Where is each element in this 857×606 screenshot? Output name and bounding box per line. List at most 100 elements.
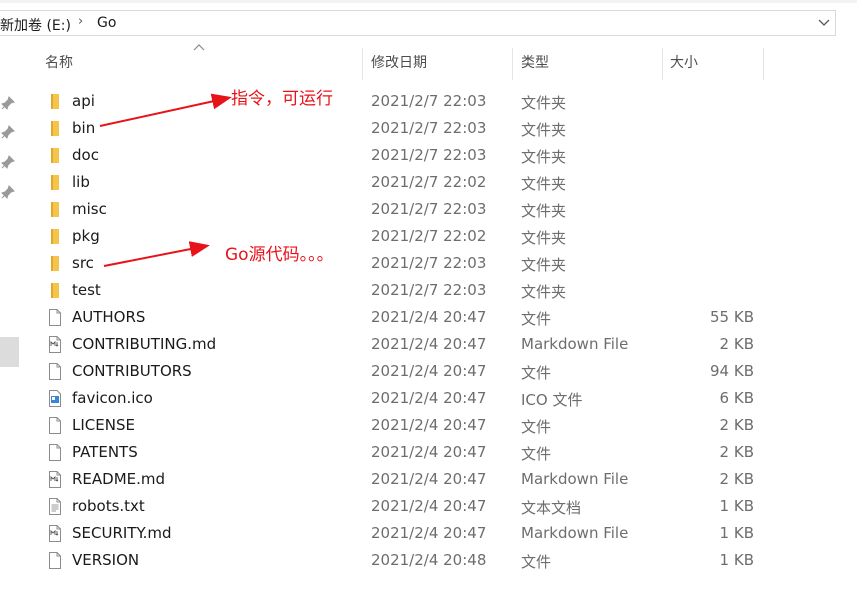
address-bar: 新加卷 (E:) › Go xyxy=(0,0,857,46)
file-size: 6 KB xyxy=(719,389,754,407)
file-name: misc xyxy=(72,200,107,218)
file-modified-date: 2021/2/4 20:47 xyxy=(371,497,487,515)
file-type: 文件夹 xyxy=(521,229,567,247)
folder-icon xyxy=(47,255,63,272)
column-header-name[interactable]: 名称 xyxy=(45,46,73,82)
folder-icon xyxy=(47,228,63,245)
column-divider[interactable] xyxy=(512,48,513,80)
bin-annotation-text: 指令，可运行 xyxy=(231,89,333,109)
file-modified-date: 2021/2/4 20:48 xyxy=(371,551,487,569)
file-size: 2 KB xyxy=(719,416,754,434)
column-header-size[interactable]: 大小 xyxy=(670,46,698,82)
file-modified-date: 2021/2/7 22:03 xyxy=(371,146,487,164)
file-name: doc xyxy=(72,146,99,164)
src-annotation-text: Go源代码。。。 xyxy=(225,245,334,265)
file-size: 2 KB xyxy=(719,335,754,353)
toolbar-edge xyxy=(0,0,857,3)
address-path-box[interactable]: 新加卷 (E:) › Go xyxy=(0,10,836,36)
file-modified-date: 2021/2/4 20:47 xyxy=(371,524,487,542)
file-modified-date: 2021/2/4 20:47 xyxy=(371,335,487,353)
file-type: 文件夹 xyxy=(521,121,567,139)
column-header-modified[interactable]: 修改日期 xyxy=(371,46,427,82)
file-name: SECURITY.md xyxy=(72,524,172,542)
file-modified-date: 2021/2/7 22:03 xyxy=(371,254,487,272)
file-row[interactable]: CONTRIBUTORS 2021/2/4 20:47 文件 94 KB xyxy=(0,358,857,385)
file-type: 文件夹 xyxy=(521,256,567,274)
folder-icon xyxy=(47,201,63,218)
file-size: 1 KB xyxy=(719,497,754,515)
file-row[interactable]: test 2021/2/7 22:03 文件夹 xyxy=(0,277,857,304)
breadcrumb-drive[interactable]: 新加卷 (E:) xyxy=(0,15,71,35)
sort-ascending-icon xyxy=(193,44,205,51)
file-name: robots.txt xyxy=(72,497,145,515)
file-row[interactable]: AUTHORS 2021/2/4 20:47 文件 55 KB xyxy=(0,304,857,331)
file-row[interactable]: robots.txt 2021/2/4 20:47 文本文档 1 KB xyxy=(0,493,857,520)
file-type: 文本文档 xyxy=(521,499,582,517)
file-row[interactable]: VERSION 2021/2/4 20:48 文件 1 KB xyxy=(0,547,857,574)
file-modified-date: 2021/2/7 22:02 xyxy=(371,227,487,245)
file-type: 文件夹 xyxy=(521,283,567,301)
markdown-file-icon xyxy=(47,525,63,542)
file-name: src xyxy=(72,254,94,272)
file-modified-date: 2021/2/7 22:03 xyxy=(371,281,487,299)
file-modified-date: 2021/2/4 20:47 xyxy=(371,389,487,407)
file-type: 文件 xyxy=(521,418,552,436)
file-type: Markdown File xyxy=(521,524,629,542)
file-modified-date: 2021/2/4 20:47 xyxy=(371,416,487,434)
file-name: CONTRIBUTING.md xyxy=(72,335,217,353)
file-size: 1 KB xyxy=(719,524,754,542)
column-header-row: 名称 修改日期 类型 大小 xyxy=(0,46,857,82)
file-icon xyxy=(47,552,63,569)
file-row[interactable]: LICENSE 2021/2/4 20:47 文件 2 KB xyxy=(0,412,857,439)
breadcrumb-separator[interactable]: › xyxy=(78,14,83,29)
file-icon xyxy=(47,363,63,380)
file-row[interactable]: PATENTS 2021/2/4 20:47 文件 2 KB xyxy=(0,439,857,466)
file-icon xyxy=(47,444,63,461)
chevron-down-icon[interactable] xyxy=(815,14,833,32)
file-modified-date: 2021/2/7 22:03 xyxy=(371,200,487,218)
file-row[interactable]: favicon.ico 2021/2/4 20:47 ICO 文件 6 KB xyxy=(0,385,857,412)
file-type: 文件夹 xyxy=(521,148,567,166)
file-size: 1 KB xyxy=(719,551,754,569)
file-name: lib xyxy=(72,173,90,191)
file-size: 94 KB xyxy=(710,362,754,380)
file-name: pkg xyxy=(72,227,100,245)
file-name: test xyxy=(72,281,101,299)
text-file-icon xyxy=(47,498,63,515)
file-row[interactable]: doc 2021/2/7 22:03 文件夹 xyxy=(0,142,857,169)
markdown-file-icon xyxy=(47,471,63,488)
folder-icon xyxy=(47,120,63,137)
file-type: 文件 xyxy=(521,445,552,463)
column-divider[interactable] xyxy=(362,48,363,80)
file-name: PATENTS xyxy=(72,443,138,461)
file-type: Markdown File xyxy=(521,470,629,488)
column-divider[interactable] xyxy=(662,48,663,80)
file-name: CONTRIBUTORS xyxy=(72,362,192,380)
file-row[interactable]: misc 2021/2/7 22:03 文件夹 xyxy=(0,196,857,223)
column-header-type[interactable]: 类型 xyxy=(521,46,549,82)
file-icon xyxy=(47,417,63,434)
file-row[interactable]: api 2021/2/7 22:03 文件夹 xyxy=(0,88,857,115)
column-divider[interactable] xyxy=(763,48,764,80)
folder-icon xyxy=(47,147,63,164)
file-name: bin xyxy=(72,119,96,137)
file-size: 2 KB xyxy=(719,470,754,488)
file-type: Markdown File xyxy=(521,335,629,353)
file-type: 文件夹 xyxy=(521,94,567,112)
file-row[interactable]: CONTRIBUTING.md 2021/2/4 20:47 Markdown Fi… xyxy=(0,331,857,358)
file-name: LICENSE xyxy=(72,416,135,434)
file-name: api xyxy=(72,92,95,110)
file-type: 文件 xyxy=(521,553,552,571)
file-modified-date: 2021/2/4 20:47 xyxy=(371,362,487,380)
file-row[interactable]: SECURITY.md 2021/2/4 20:47 Markdown File 1 … xyxy=(0,520,857,547)
file-row[interactable]: pkg 2021/2/7 22:02 文件夹 xyxy=(0,223,857,250)
file-modified-date: 2021/2/7 22:03 xyxy=(371,119,487,137)
file-row[interactable]: bin 2021/2/7 22:03 文件夹 xyxy=(0,115,857,142)
file-row[interactable]: src 2021/2/7 22:03 文件夹 xyxy=(0,250,857,277)
file-size: 2 KB xyxy=(719,443,754,461)
folder-icon xyxy=(47,93,63,110)
file-row[interactable]: README.md 2021/2/4 20:47 Markdown File 2 KB xyxy=(0,466,857,493)
breadcrumb-folder[interactable]: Go xyxy=(97,15,116,31)
file-type: 文件夹 xyxy=(521,175,567,193)
file-row[interactable]: lib 2021/2/7 22:02 文件夹 xyxy=(0,169,857,196)
